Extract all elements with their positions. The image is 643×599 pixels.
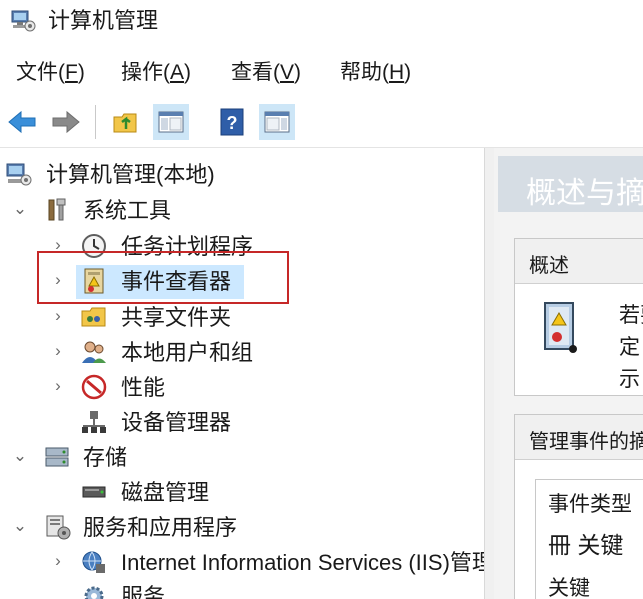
- tree-item-label: 计算机管理(本地): [46, 162, 215, 187]
- tree-item-label: 设备管理器: [121, 410, 232, 435]
- overview-summary-header: 概述与摘要: [498, 156, 643, 212]
- up-folder-icon: [113, 113, 137, 133]
- menu-help[interactable]: 帮助(H): [340, 60, 411, 86]
- event-type-column-header: 事件类型: [548, 493, 632, 516]
- show-hide-console-tree-icon: [158, 111, 184, 133]
- forward-button[interactable]: [48, 104, 84, 140]
- event-log-book-icon: [544, 302, 577, 353]
- manage-events-summary-header[interactable]: 管理事件的摘要: [515, 415, 643, 460]
- iis-icon: [82, 551, 105, 573]
- tree-item-label: 性能: [121, 375, 166, 400]
- tree-item-system-tools[interactable]: ⌄ 系统工具: [0, 194, 484, 228]
- menu-action-accel: (A): [163, 61, 192, 84]
- menu-view-label: 查看: [231, 61, 273, 84]
- chevron-right-icon[interactable]: ›: [50, 376, 66, 396]
- menu-bar: 文件(F) 操作(A) 查看(V) 帮助(H): [0, 52, 643, 92]
- annotation-highlight-box: [37, 251, 289, 304]
- menu-action[interactable]: 操作(A): [121, 60, 191, 86]
- back-arrow-icon: [8, 110, 36, 134]
- chevron-right-icon[interactable]: ›: [50, 306, 66, 326]
- back-button[interactable]: [4, 104, 40, 140]
- tree-item-services[interactable]: 服务: [0, 580, 484, 599]
- menu-file[interactable]: 文件(F): [16, 60, 85, 86]
- tree-item-label: 存储: [83, 445, 128, 470]
- menu-file-accel: (F): [58, 61, 85, 84]
- tree-item-label: 系统工具: [83, 198, 172, 223]
- tree-item-services-apps[interactable]: ⌄ 服务和应用程序: [0, 511, 484, 545]
- show-hide-action-pane-icon: [264, 111, 290, 133]
- chevron-down-icon[interactable]: ⌄: [12, 446, 28, 466]
- services-apps-icon: [46, 515, 71, 540]
- help-button[interactable]: ?: [214, 104, 250, 140]
- tree-item-shared-folders[interactable]: › 共享文件夹: [0, 301, 484, 335]
- menu-view-accel: (V): [273, 61, 302, 84]
- overview-text-line-2: 定: [619, 336, 640, 359]
- system-tools-icon: [48, 198, 66, 221]
- window-title: 计算机管理: [48, 8, 159, 33]
- manage-events-summary-section: 管理事件的摘要 事件类型 冊 关键 关键: [514, 414, 643, 599]
- svg-text:?: ?: [227, 113, 238, 133]
- overview-section-header[interactable]: 概述: [515, 239, 643, 284]
- events-summary-row[interactable]: 关键: [548, 574, 590, 599]
- menu-view[interactable]: 查看(V): [231, 60, 301, 86]
- show-hide-console-tree-button[interactable]: [153, 104, 189, 140]
- title-bar: 计算机管理: [0, 0, 643, 44]
- menu-help-label: 帮助: [340, 61, 382, 84]
- users-icon: [82, 341, 106, 363]
- tree-item-label: 磁盘管理: [121, 480, 210, 505]
- menu-action-label: 操作: [121, 61, 163, 84]
- storage-icon: [45, 447, 69, 467]
- tree-item-performance[interactable]: › 性能: [0, 371, 484, 405]
- tree-item-iis[interactable]: › Internet Information Services (IIS)管理器: [0, 546, 484, 580]
- shared-folder-icon: [81, 307, 106, 327]
- show-hide-action-pane-button[interactable]: [259, 104, 295, 140]
- tree-item-local-users-groups[interactable]: › 本地用户和组: [0, 336, 484, 370]
- results-pane: 概述与摘要 概述 若要 定 示 管理事件的摘要 事件类型 冊 关键 关键: [494, 148, 643, 599]
- forward-arrow-icon: [52, 110, 80, 134]
- chevron-down-icon[interactable]: ⌄: [12, 516, 28, 536]
- tree-item-disk-management[interactable]: 磁盘管理: [0, 476, 484, 510]
- tree-item-label: 服务: [121, 584, 166, 599]
- overview-text-line-3: 示: [619, 368, 640, 391]
- tree-item-label: Internet Information Services (IIS)管理器: [121, 550, 484, 575]
- toolbar: ?: [0, 97, 643, 148]
- console-tree[interactable]: 计算机管理(本地) ⌄ 系统工具 › 任务计划程序 › 事件查看器 › 共享文件…: [0, 148, 484, 599]
- overview-text-line-1: 若要: [619, 304, 643, 327]
- computer-management-icon: [6, 163, 32, 186]
- overview-summary-title: 概述与摘要: [526, 177, 643, 210]
- performance-icon: [81, 374, 107, 400]
- tree-item-computer-management[interactable]: 计算机管理(本地): [0, 158, 484, 192]
- tree-item-label: 服务和应用程序: [83, 515, 238, 540]
- tree-item-device-manager[interactable]: 设备管理器: [0, 406, 484, 440]
- help-icon: ?: [220, 108, 244, 136]
- up-level-button[interactable]: [108, 104, 144, 140]
- menu-help-accel: (H): [382, 61, 412, 84]
- chevron-right-icon[interactable]: ›: [50, 551, 66, 571]
- gear-icon: [84, 586, 104, 599]
- tree-item-storage[interactable]: ⌄ 存储: [0, 441, 484, 475]
- events-summary-row[interactable]: 冊 关键: [548, 530, 623, 560]
- chevron-right-icon[interactable]: ›: [50, 341, 66, 361]
- chevron-down-icon[interactable]: ⌄: [12, 199, 28, 219]
- menu-file-label: 文件: [16, 61, 58, 84]
- events-summary-table[interactable]: 事件类型 冊 关键 关键: [535, 479, 643, 599]
- tree-item-label: 本地用户和组: [121, 340, 254, 365]
- disk-management-icon: [82, 486, 106, 498]
- toolbar-separator: [95, 105, 96, 139]
- computer-management-icon: [11, 10, 36, 32]
- manage-events-summary-title: 管理事件的摘要: [529, 431, 643, 453]
- device-manager-icon: [82, 411, 106, 433]
- overview-section: 概述 若要 定 示: [514, 238, 643, 396]
- overview-section-title: 概述: [529, 255, 569, 277]
- tree-item-label: 共享文件夹: [121, 305, 232, 330]
